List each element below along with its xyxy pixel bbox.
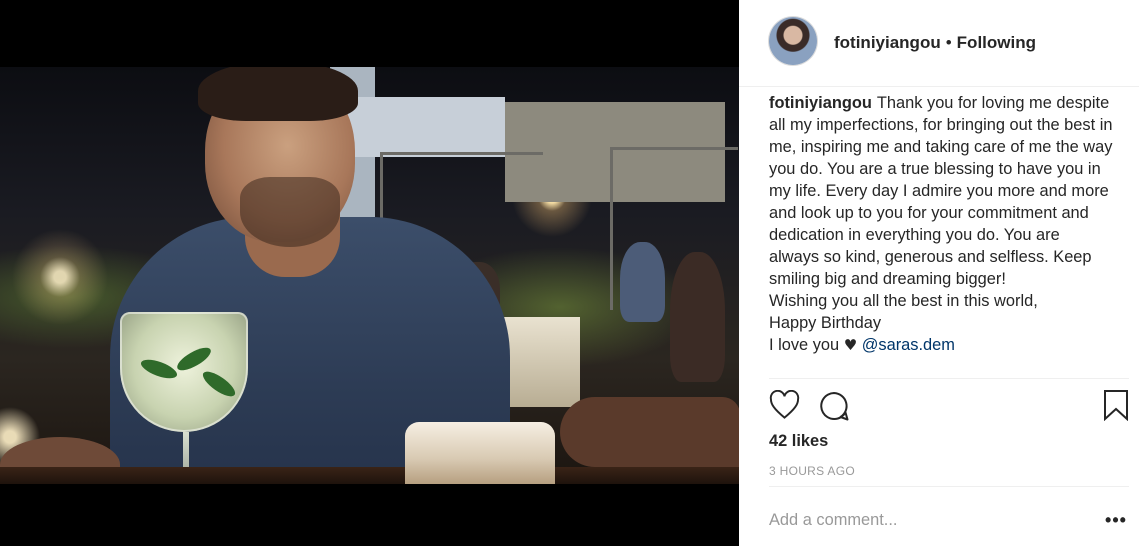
mention-link[interactable]: @saras.dem — [862, 336, 955, 354]
post-details-panel: fotiniyiangou • Following fotiniyiangou Tha… — [739, 0, 1139, 546]
bookmark-icon[interactable] — [1103, 389, 1129, 421]
divider — [769, 486, 1129, 487]
post-timestamp[interactable]: 3 HOURS AGO — [769, 464, 855, 478]
hand — [560, 397, 739, 467]
caption-username[interactable]: fotiniyiangou — [769, 94, 872, 112]
comment-input[interactable] — [769, 505, 1089, 535]
likes-count[interactable]: 42 likes — [769, 432, 828, 451]
post-photo-area — [0, 0, 739, 546]
heart-outline-icon[interactable] — [769, 390, 800, 420]
drink-tumbler — [405, 422, 555, 484]
background-person — [670, 252, 725, 382]
background-building — [345, 97, 505, 157]
caption-text: Thank you for loving me despite all my i… — [769, 94, 1113, 288]
caption-text: I love you — [769, 336, 840, 354]
header-user-line: fotiniyiangou • Following — [834, 33, 1036, 53]
man-beard — [240, 177, 340, 247]
header-username[interactable]: fotiniyiangou — [834, 33, 941, 52]
following-button[interactable]: Following — [957, 33, 1036, 52]
table-edge — [0, 467, 739, 484]
speech-bubble-icon[interactable] — [818, 390, 850, 422]
post-photo[interactable] — [0, 67, 739, 484]
post-header: fotiniyiangou • Following — [739, 0, 1139, 87]
avatar[interactable] — [769, 17, 817, 65]
post-caption: fotiniyiangou Thank you for loving me des… — [769, 92, 1114, 356]
caption-text: Wishing you all the best in this world, — [769, 292, 1038, 310]
divider — [769, 378, 1129, 379]
more-options-icon[interactable]: ••• — [1103, 508, 1129, 532]
caption-text: Happy Birthday — [769, 314, 882, 332]
man-hair — [198, 67, 358, 121]
background-person — [620, 242, 665, 322]
black-heart-emoji: ♥ — [843, 336, 858, 354]
separator-dot: • — [945, 33, 952, 52]
